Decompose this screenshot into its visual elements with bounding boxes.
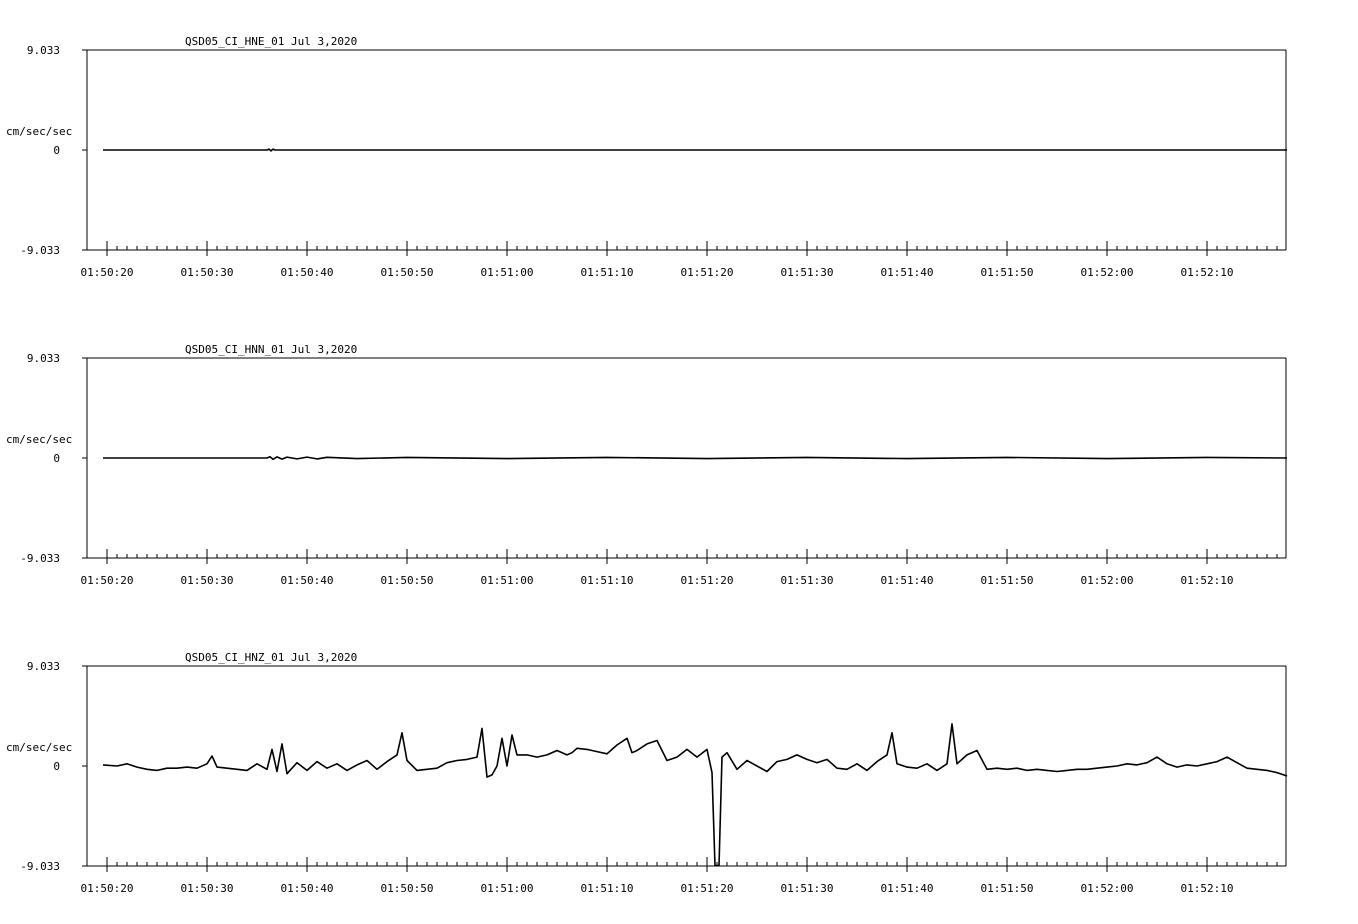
y-tick-label-min: -9.033: [20, 552, 60, 565]
y-axis-label: cm/sec/sec: [6, 741, 72, 754]
x-tick-label: 01:51:20: [681, 266, 734, 279]
y-tick-label-max: 9.033: [27, 660, 60, 673]
x-tick-label: 01:51:30: [781, 266, 834, 279]
y-tick-label-zero: 0: [53, 760, 60, 773]
chart-title: QSD05_CI_HNN_01 Jul 3,2020: [185, 343, 357, 356]
x-tick-label: 01:50:40: [281, 574, 334, 587]
x-tick-label: 01:50:20: [81, 882, 134, 895]
x-tick-label: 01:50:40: [281, 882, 334, 895]
x-tick-label: 01:51:50: [981, 882, 1034, 895]
x-tick-label: 01:52:10: [1181, 574, 1234, 587]
x-tick-label: 01:50:50: [381, 266, 434, 279]
x-tick-label: 01:50:50: [381, 574, 434, 587]
x-tick-label: 01:51:30: [781, 882, 834, 895]
waveform-series-0: [102, 723, 1288, 867]
x-tick-label: 01:51:40: [881, 266, 934, 279]
x-tick-label: 01:51:30: [781, 574, 834, 587]
waveform-series-0: [103, 455, 1288, 461]
x-tick-label: 01:52:10: [1181, 266, 1234, 279]
x-tick-label: 01:52:00: [1081, 574, 1134, 587]
x-tick-label: 01:51:40: [881, 882, 934, 895]
y-axis-label: cm/sec/sec: [6, 125, 72, 138]
x-tick-label: 01:52:00: [1081, 882, 1134, 895]
x-tick-label: 01:51:40: [881, 574, 934, 587]
y-tick-label-min: -9.033: [20, 244, 60, 257]
y-tick-label-zero: 0: [53, 452, 60, 465]
seismogram-figure: 9.033 0 -9.033 cm/sec/sec QSD05_CI_HNE_01 Ju…: [6, 35, 1288, 895]
y-tick-label-zero: 0: [53, 144, 60, 157]
x-tick-label: 01:50:30: [181, 882, 234, 895]
y-tick-label-min: -9.033: [20, 860, 60, 873]
y-axis-label: cm/sec/sec: [6, 433, 72, 446]
waveform-series-0: [103, 148, 1287, 152]
x-tick-label: 01:51:50: [981, 574, 1034, 587]
x-tick-label: 01:51:10: [581, 266, 634, 279]
seismogram-panel-0: 9.033 0 -9.033 cm/sec/sec QSD05_CI_HNE_01 Ju…: [6, 35, 1287, 279]
x-tick-label: 01:51:20: [681, 574, 734, 587]
y-tick-label-max: 9.033: [27, 44, 60, 57]
x-tick-label: 01:50:20: [81, 574, 134, 587]
x-tick-label: 01:50:30: [181, 574, 234, 587]
x-tick-label: 01:50:30: [181, 266, 234, 279]
x-tick-label: 01:50:40: [281, 266, 334, 279]
x-tick-label: 01:50:20: [81, 266, 134, 279]
x-tick-label: 01:51:10: [581, 882, 634, 895]
x-tick-label: 01:52:10: [1181, 882, 1234, 895]
x-tick-label: 01:51:50: [981, 266, 1034, 279]
x-tick-label: 01:51:00: [481, 882, 534, 895]
x-tick-label: 01:52:00: [1081, 266, 1134, 279]
seismogram-panel-1: 9.033 0 -9.033 cm/sec/sec QSD05_CI_HNN_01 Ju…: [6, 343, 1288, 587]
x-tick-label: 01:50:50: [381, 882, 434, 895]
y-tick-label-max: 9.033: [27, 352, 60, 365]
seismogram-panel-2: 9.033 0 -9.033 cm/sec/sec QSD05_CI_HNZ_01 Ju…: [6, 651, 1288, 895]
x-tick-label: 01:51:00: [481, 266, 534, 279]
x-tick-label: 01:51:20: [681, 882, 734, 895]
chart-title: QSD05_CI_HNE_01 Jul 3,2020: [185, 35, 357, 48]
chart-title: QSD05_CI_HNZ_01 Jul 3,2020: [185, 651, 357, 664]
x-tick-label: 01:51:00: [481, 574, 534, 587]
x-tick-label: 01:51:10: [581, 574, 634, 587]
